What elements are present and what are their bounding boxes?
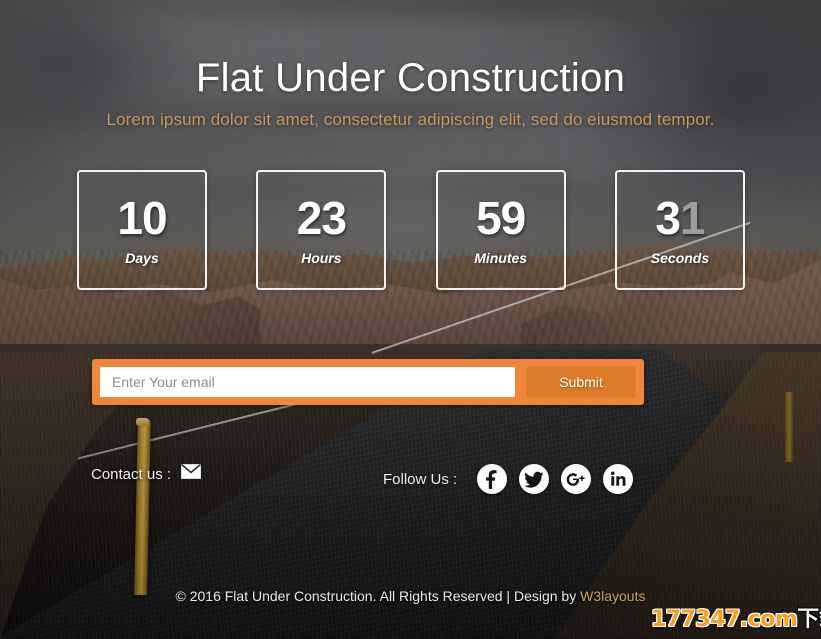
countdown-timer: 10 Days 23 Hours 59 Minutes 31 Seconds (77, 170, 745, 290)
countdown-label-hours: Hours (301, 249, 342, 266)
page-title: Flat Under Construction (195, 56, 626, 100)
submit-button[interactable]: Submit (526, 366, 636, 398)
countdown-label-days: Days (125, 249, 159, 266)
email-input[interactable] (100, 367, 515, 397)
countdown-box-days: 10 Days (77, 170, 207, 290)
countdown-label-seconds: Seconds (650, 249, 710, 266)
envelope-icon[interactable] (181, 463, 202, 484)
contact-section: Contact us : (91, 463, 202, 484)
countdown-value-days: 10 (117, 191, 167, 244)
countdown-box-seconds: 31 Seconds (614, 170, 745, 290)
follow-section: Follow Us : (383, 464, 634, 494)
w3layouts-link[interactable]: W3layouts (580, 588, 645, 604)
countdown-value-minutes: 59 (476, 191, 526, 244)
watermark-suffix: 下载站 (797, 607, 821, 632)
twitter-icon[interactable] (519, 464, 550, 494)
countdown-box-hours: 23 Hours (256, 170, 387, 290)
countdown-box-minutes: 59 Minutes (435, 170, 566, 290)
countdown-value-seconds: 31 (655, 191, 705, 244)
subscribe-form: Submit (92, 359, 644, 405)
contact-label: Contact us : (91, 465, 172, 483)
footer-copyright: © 2016 Flat Under Construction. All Righ… (0, 588, 821, 604)
page-subtitle: Lorem ipsum dolor sit amet, consectetur … (106, 110, 715, 129)
countdown-label-minutes: Minutes (474, 249, 528, 266)
footer-text: © 2016 Flat Under Construction. All Righ… (175, 588, 581, 604)
google-plus-icon[interactable] (561, 464, 592, 494)
countdown-value-hours: 23 (296, 191, 347, 244)
linkedin-icon[interactable] (603, 464, 634, 494)
facebook-icon[interactable] (477, 464, 508, 494)
watermark-domain: 177347.com (651, 607, 798, 632)
follow-label: Follow Us : (383, 470, 458, 488)
site-watermark: 177347.com下载站 (651, 609, 821, 631)
